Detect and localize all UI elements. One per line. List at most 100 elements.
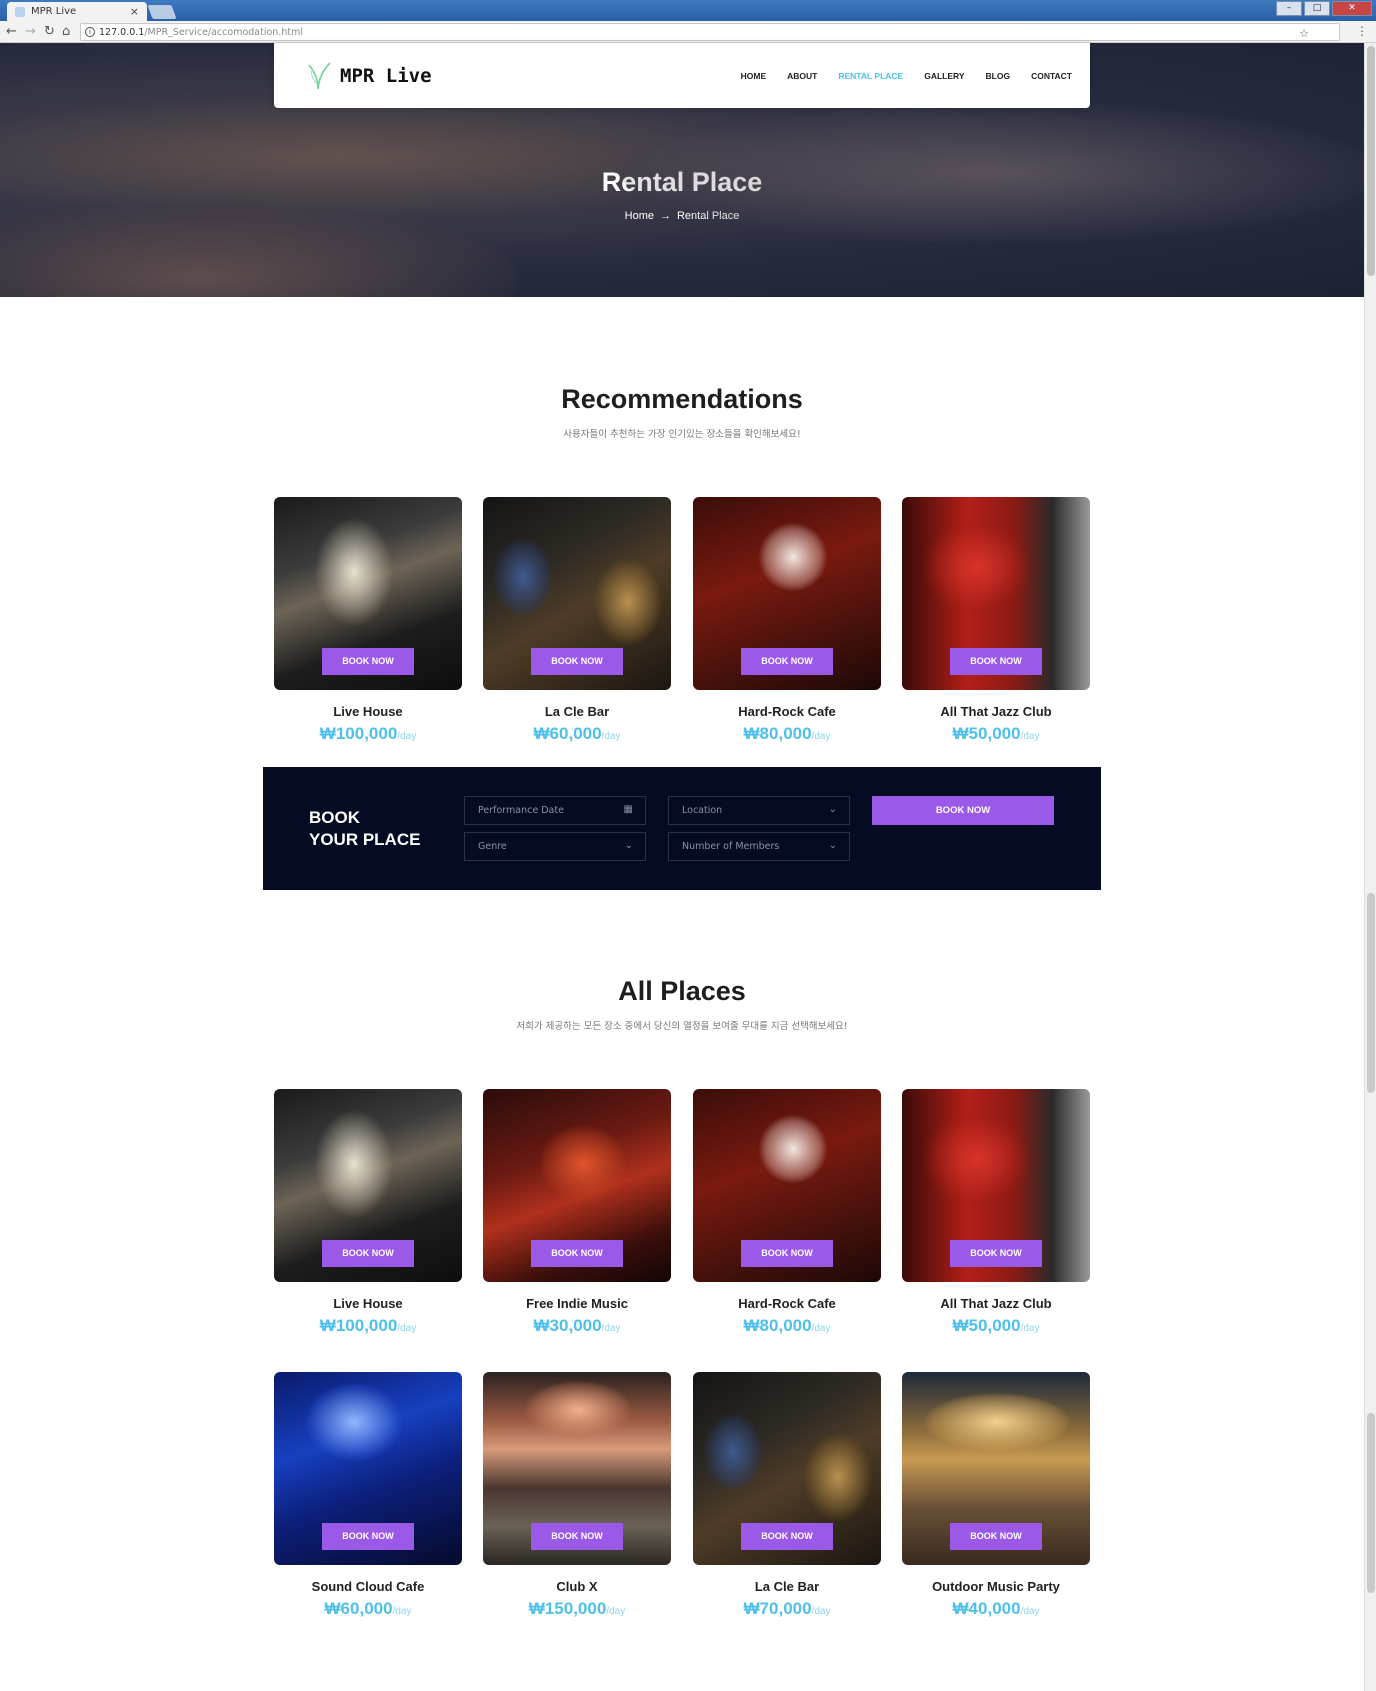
calendar-icon: ▦ bbox=[623, 804, 633, 815]
scrollbar-thumb[interactable] bbox=[1367, 46, 1375, 276]
book-now-button[interactable]: BOOK NOW bbox=[531, 1240, 623, 1267]
venue-photo[interactable]: BOOK NOW bbox=[274, 497, 462, 690]
book-now-button[interactable]: BOOK NOW bbox=[950, 648, 1042, 675]
nav-blog[interactable]: BLOG bbox=[986, 71, 1011, 81]
venue-price: ₩40,000/day bbox=[902, 1599, 1090, 1619]
booking-submit-button[interactable]: BOOK NOW bbox=[872, 796, 1054, 825]
bookmark-star-icon[interactable]: ☆ bbox=[1299, 27, 1309, 40]
venue-name[interactable]: Live House bbox=[274, 704, 462, 719]
new-tab-button[interactable] bbox=[147, 5, 177, 19]
venue-photo[interactable]: BOOK NOW bbox=[693, 497, 881, 690]
venue-name[interactable]: La Cle Bar bbox=[483, 704, 671, 719]
place-card[interactable]: BOOK NOW La Cle Bar ₩70,000/day bbox=[693, 1372, 881, 1619]
book-now-button[interactable]: BOOK NOW bbox=[531, 1523, 623, 1550]
venue-photo[interactable]: BOOK NOW bbox=[483, 1089, 671, 1282]
place-card[interactable]: BOOK NOW Live House ₩100,000/day bbox=[274, 1089, 462, 1336]
price-amount: ₩80,000 bbox=[743, 724, 812, 743]
venue-name[interactable]: Live House bbox=[274, 1296, 462, 1311]
price-amount: ₩70,000 bbox=[743, 1599, 812, 1618]
performance-date-field[interactable]: Performance Date ▦ bbox=[464, 796, 646, 825]
logo-leaf-icon bbox=[308, 62, 331, 90]
venue-photo[interactable]: BOOK NOW bbox=[274, 1372, 462, 1565]
address-bar[interactable]: i 127.0.0.1/MPR_Service/accomodation.htm… bbox=[80, 23, 1340, 41]
venue-photo[interactable]: BOOK NOW bbox=[483, 1372, 671, 1565]
venue-price: ₩100,000/day bbox=[274, 1316, 462, 1336]
maximize-icon[interactable]: □ bbox=[1304, 1, 1330, 16]
book-now-button[interactable]: BOOK NOW bbox=[322, 1523, 414, 1550]
place-card[interactable]: BOOK NOW Club X ₩150,000/day bbox=[483, 1372, 671, 1619]
nav-home[interactable]: HOME bbox=[741, 71, 767, 81]
nav-contact[interactable]: CONTACT bbox=[1031, 71, 1072, 81]
scrollbar-marker bbox=[1367, 1413, 1375, 1593]
venue-name[interactable]: Sound Cloud Cafe bbox=[274, 1579, 462, 1594]
venue-photo[interactable]: BOOK NOW bbox=[693, 1089, 881, 1282]
venue-photo[interactable]: BOOK NOW bbox=[902, 497, 1090, 690]
venue-photo[interactable]: BOOK NOW bbox=[693, 1372, 881, 1565]
price-amount: ₩40,000 bbox=[952, 1599, 1021, 1618]
book-now-button[interactable]: BOOK NOW bbox=[531, 648, 623, 675]
venue-price: ₩80,000/day bbox=[693, 724, 881, 744]
recommendations-subtitle: 사용자들이 추천하는 가장 인기있는 장소들을 확인해보세요! bbox=[563, 429, 801, 440]
price-unit: /day bbox=[397, 731, 417, 742]
venue-price: ₩50,000/day bbox=[902, 1316, 1090, 1336]
book-now-button[interactable]: BOOK NOW bbox=[741, 1523, 833, 1550]
breadcrumb-home[interactable]: Home bbox=[625, 210, 654, 222]
venue-name[interactable]: Hard-Rock Cafe bbox=[693, 1296, 881, 1311]
book-now-button[interactable]: BOOK NOW bbox=[950, 1523, 1042, 1550]
book-now-button[interactable]: BOOK NOW bbox=[741, 648, 833, 675]
recommendation-card[interactable]: BOOK NOW All That Jazz Club ₩50,000/day bbox=[902, 497, 1090, 744]
back-icon[interactable]: ← bbox=[6, 24, 17, 39]
venue-name[interactable]: Club X bbox=[483, 1579, 671, 1594]
home-icon[interactable]: ⌂ bbox=[62, 24, 70, 39]
reload-icon[interactable]: ↻ bbox=[44, 24, 55, 39]
chevron-down-icon: ⌄ bbox=[624, 840, 633, 851]
recommendation-card[interactable]: BOOK NOW Live House ₩100,000/day bbox=[274, 497, 462, 744]
nav-gallery[interactable]: GALLERY bbox=[924, 71, 964, 81]
venue-name[interactable]: Hard-Rock Cafe bbox=[693, 704, 881, 719]
genre-select[interactable]: Genre ⌄ bbox=[464, 832, 646, 861]
browser-tab[interactable]: MPR Live × bbox=[7, 2, 147, 21]
venue-name[interactable]: La Cle Bar bbox=[693, 1579, 881, 1594]
site-logo[interactable]: MPR Live bbox=[306, 61, 432, 91]
page-title: Rental Place bbox=[601, 167, 763, 197]
all-places-subtitle: 저희가 제공하는 모든 장소 중에서 당신의 열정을 보여줄 무대를 지금 선택… bbox=[516, 1021, 848, 1032]
info-icon[interactable]: i bbox=[85, 27, 95, 37]
place-card[interactable]: BOOK NOW Sound Cloud Cafe ₩60,000/day bbox=[274, 1372, 462, 1619]
book-now-button[interactable]: BOOK NOW bbox=[322, 648, 414, 675]
book-now-button[interactable]: BOOK NOW bbox=[950, 1240, 1042, 1267]
venue-photo[interactable]: BOOK NOW bbox=[483, 497, 671, 690]
location-select[interactable]: Location ⌄ bbox=[668, 796, 850, 825]
nav-about[interactable]: ABOUT bbox=[787, 71, 817, 81]
venue-name[interactable]: Free Indie Music bbox=[483, 1296, 671, 1311]
brand-name: MPR Live bbox=[340, 65, 432, 87]
book-now-button[interactable]: BOOK NOW bbox=[322, 1240, 414, 1267]
members-select[interactable]: Number of Members ⌄ bbox=[668, 832, 850, 861]
place-card[interactable]: BOOK NOW All That Jazz Club ₩50,000/day bbox=[902, 1089, 1090, 1336]
price-amount: ₩50,000 bbox=[952, 724, 1021, 743]
nav-rental-place[interactable]: RENTAL PLACE bbox=[838, 71, 903, 81]
date-placeholder: Performance Date bbox=[478, 805, 564, 816]
page-scrollbar[interactable] bbox=[1364, 43, 1376, 1691]
window-close-icon[interactable]: ✕ bbox=[1332, 1, 1372, 16]
place-card[interactable]: BOOK NOW Free Indie Music ₩30,000/day bbox=[483, 1089, 671, 1336]
favicon-icon bbox=[15, 7, 25, 17]
minimize-icon[interactable]: – bbox=[1276, 1, 1302, 16]
venue-name[interactable]: All That Jazz Club bbox=[902, 704, 1090, 719]
place-card[interactable]: BOOK NOW Outdoor Music Party ₩40,000/day bbox=[902, 1372, 1090, 1619]
place-card[interactable]: BOOK NOW Hard-Rock Cafe ₩80,000/day bbox=[693, 1089, 881, 1336]
arrow-right-icon: → bbox=[659, 210, 671, 222]
book-now-button[interactable]: BOOK NOW bbox=[741, 1240, 833, 1267]
venue-price: ₩60,000/day bbox=[274, 1599, 462, 1619]
tab-close-icon[interactable]: × bbox=[130, 5, 139, 18]
forward-icon[interactable]: → bbox=[25, 24, 36, 39]
browser-menu-icon[interactable]: ⋮ bbox=[1356, 24, 1368, 38]
venue-name[interactable]: Outdoor Music Party bbox=[902, 1579, 1090, 1594]
url-path: /MPR_Service/accomodation.html bbox=[144, 27, 303, 38]
venue-photo[interactable]: BOOK NOW bbox=[274, 1089, 462, 1282]
venue-photo[interactable]: BOOK NOW bbox=[902, 1089, 1090, 1282]
recommendation-card[interactable]: BOOK NOW La Cle Bar ₩60,000/day bbox=[483, 497, 671, 744]
recommendation-card[interactable]: BOOK NOW Hard-Rock Cafe ₩80,000/day bbox=[693, 497, 881, 744]
venue-name[interactable]: All That Jazz Club bbox=[902, 1296, 1090, 1311]
venue-price: ₩30,000/day bbox=[483, 1316, 671, 1336]
venue-photo[interactable]: BOOK NOW bbox=[902, 1372, 1090, 1565]
